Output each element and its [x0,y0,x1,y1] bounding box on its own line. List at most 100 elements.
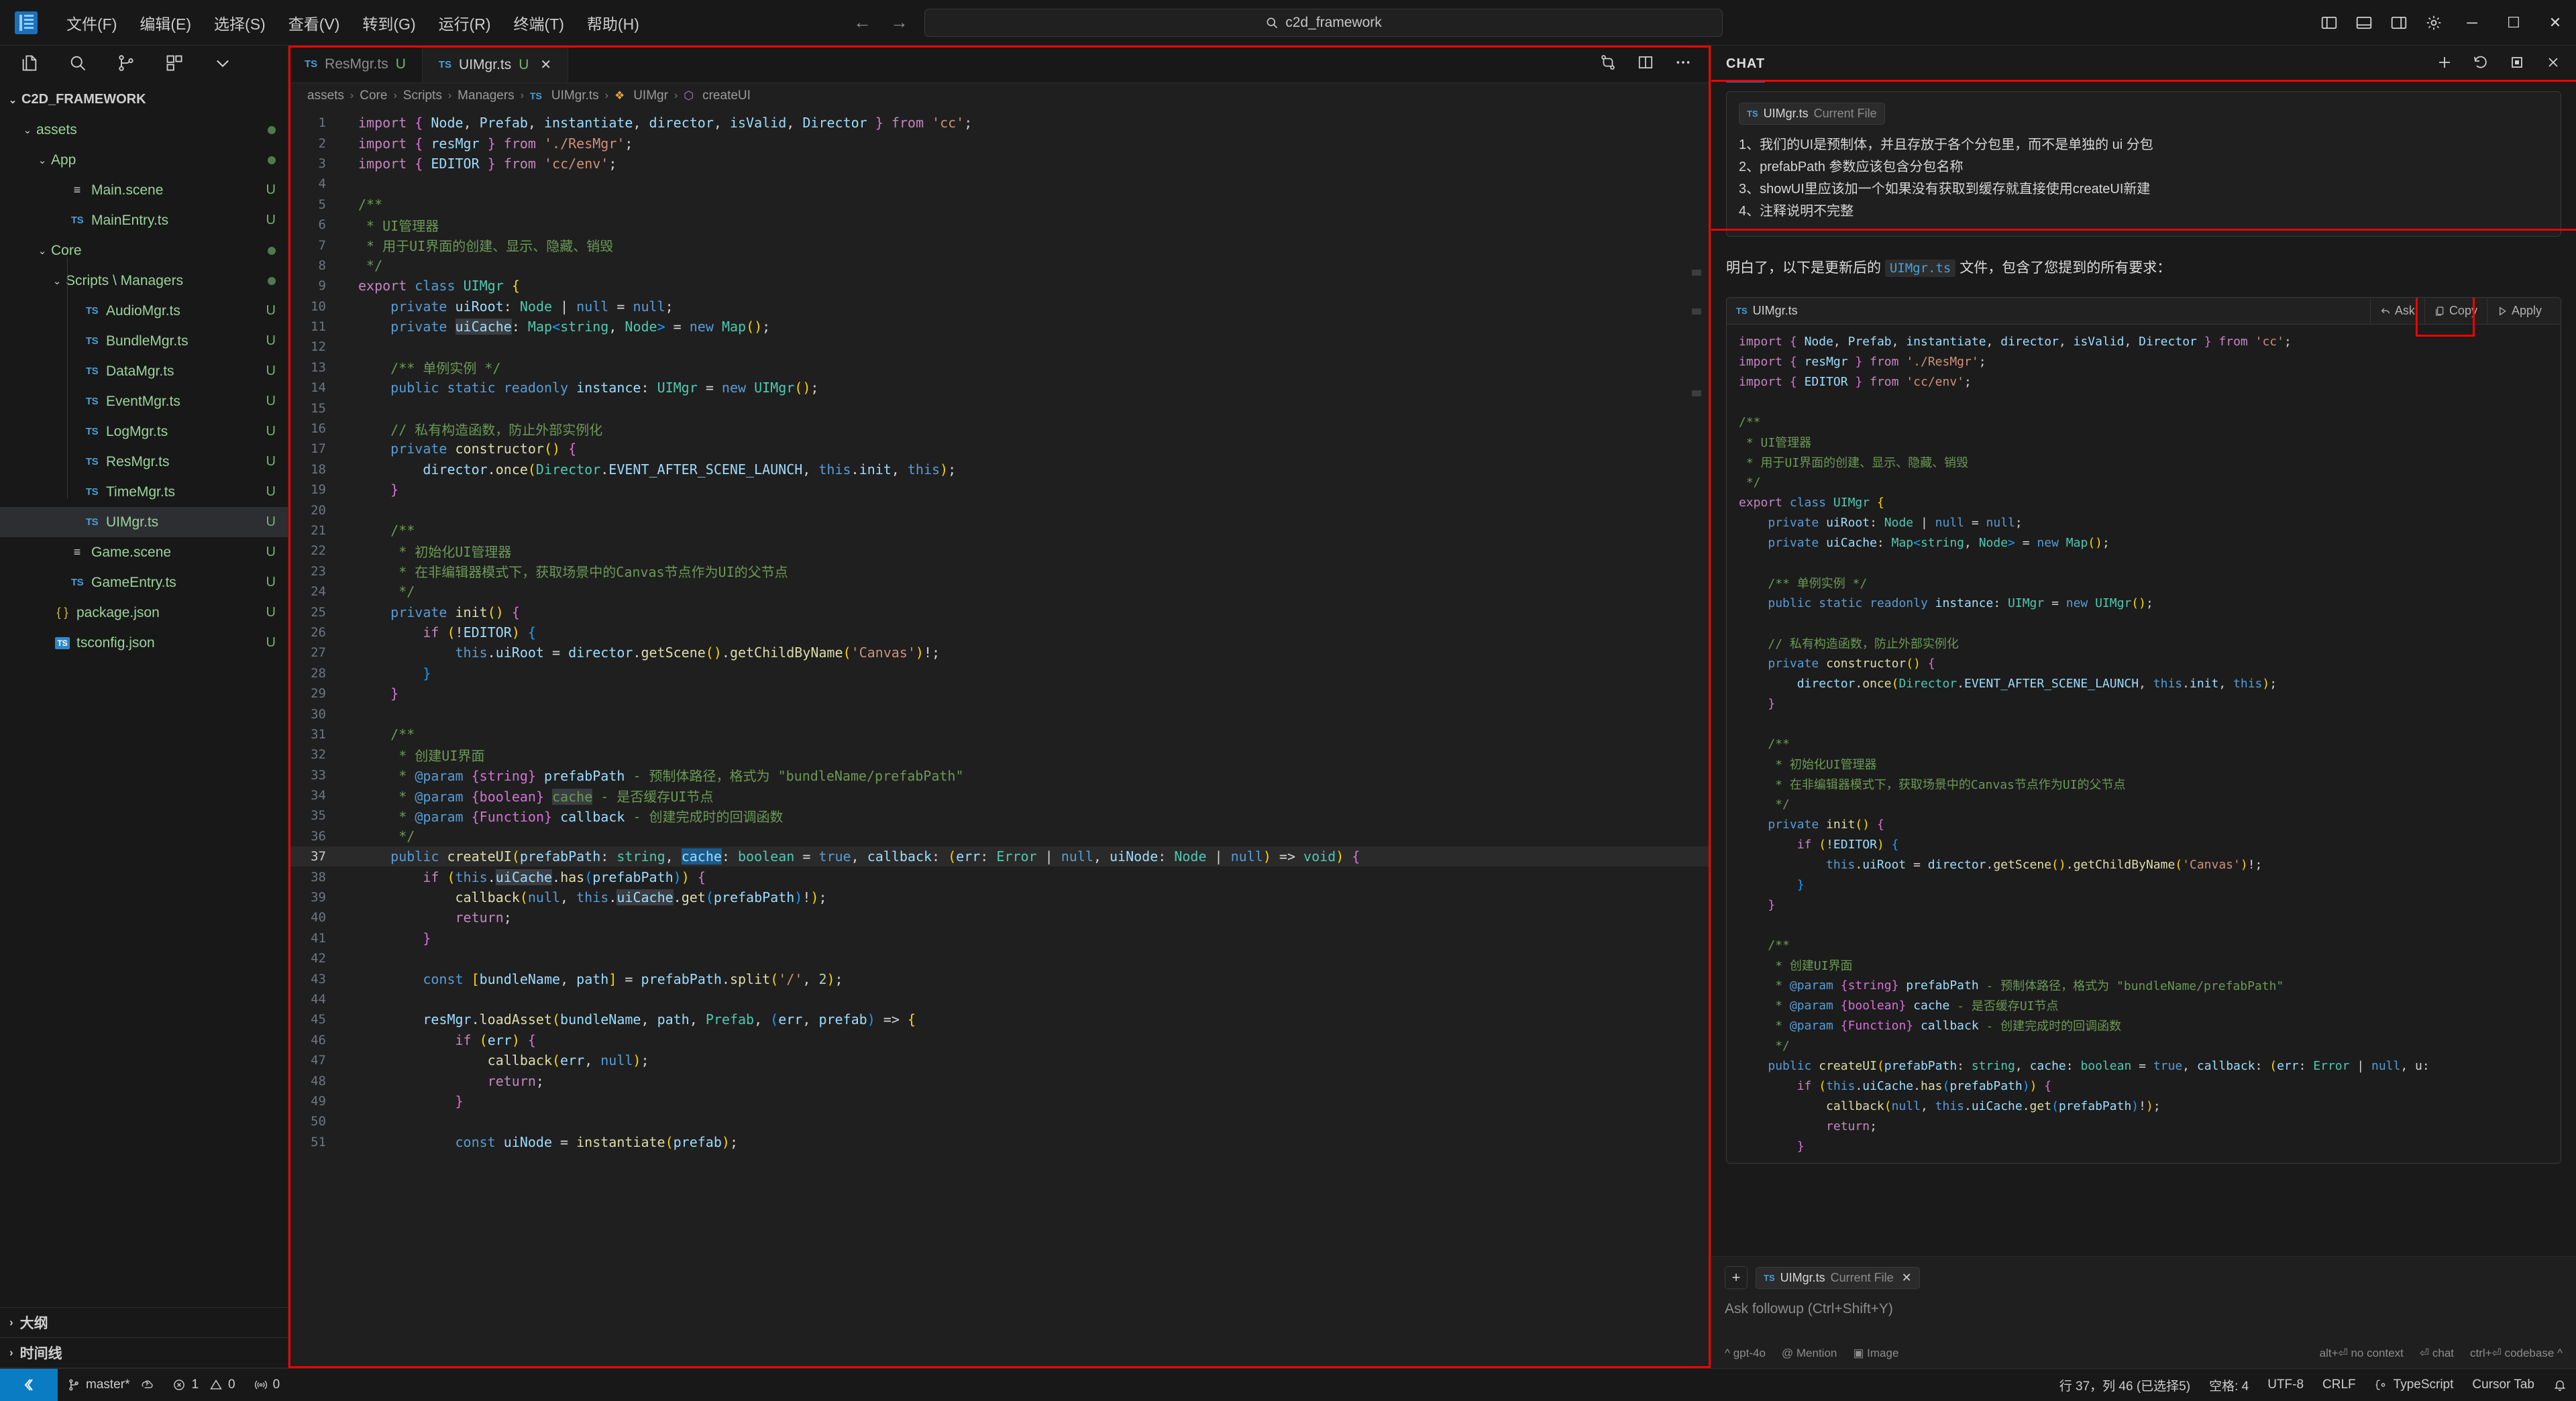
sidebar-section-0[interactable]: › 大纲 [0,1308,288,1338]
split-editor-icon[interactable] [1599,54,1617,74]
split-layout-icon[interactable] [1637,54,1654,74]
menu-item-5[interactable]: 运行(R) [427,7,502,38]
explorer-root-header[interactable]: ⌄ C2D_FRAMEWORK [0,85,288,115]
tree-item[interactable]: TS AudioMgr.ts U [0,296,288,326]
extensions-icon[interactable] [165,54,184,76]
image-button[interactable]: ▣ Image [1853,1347,1898,1360]
breadcrumb-item[interactable]: Scripts [403,89,442,103]
menu-item-4[interactable]: 转到(G) [351,7,427,38]
chevron-down-icon[interactable]: ⌄ [34,245,51,257]
menu-item-0[interactable]: 文件(F) [55,7,128,38]
toggle-panel-icon[interactable] [2347,0,2381,46]
arrow-right-icon[interactable]: → [890,12,908,33]
tree-item[interactable]: TS BundleMgr.ts U [0,326,288,356]
mention-button[interactable]: @ Mention [1782,1347,1837,1360]
status-branch[interactable]: master* [58,1369,163,1401]
tree-item[interactable]: TS GameEntry.ts U [0,567,288,598]
status-ports[interactable]: 0 [245,1369,290,1401]
chevron-down-icon[interactable] [213,54,232,76]
more-actions-icon[interactable] [1674,54,1692,74]
chevron-down-icon[interactable]: ⌄ [48,275,66,287]
source-control-icon[interactable] [117,54,136,76]
add-context-icon[interactable]: + [1725,1266,1748,1289]
tree-item[interactable]: TS UIMgr.ts U [0,507,288,537]
status-cursor-position[interactable]: 行 37，列 46 (已选择5) [2050,1369,2200,1401]
tree-item[interactable]: TS LogMgr.ts U [0,416,288,447]
tree-item[interactable]: TS EventMgr.ts U [0,386,288,416]
quick-input-search[interactable]: c2d_framework [924,8,1723,37]
status-indentation[interactable]: 空格: 4 [2200,1369,2258,1401]
chevron-down-icon[interactable]: ⌄ [34,154,51,166]
editor-tab-ResMgr-ts[interactable]: TS ResMgr.ts U [288,46,423,82]
menu-item-3[interactable]: 查看(V) [277,7,352,38]
chat-context-close-icon[interactable]: ✕ [1902,1271,1912,1285]
context-chip[interactable]: TS UIMgr.ts Current File [1739,103,1885,125]
new-file-icon[interactable] [20,54,39,76]
tree-item[interactable]: TS DataMgr.ts U [0,356,288,386]
status-language-mode[interactable]: TypeScript [2365,1369,2463,1401]
chevron-down-icon[interactable]: ⌄ [4,94,21,106]
breadcrumb-item[interactable]: Managers [458,89,515,103]
code-token: : [503,298,520,315]
tree-item[interactable]: ≡ Game.scene U [0,537,288,567]
model-selector[interactable]: ^ gpt-4o [1725,1347,1766,1360]
line-number: 15 [311,400,326,416]
breadcrumb-item[interactable]: createUI [702,89,751,103]
remote-window-icon[interactable] [0,1368,58,1401]
tree-item[interactable]: ⌄ App [0,145,288,175]
tree-item[interactable]: ⌄ Core [0,235,288,266]
code-token: , [851,848,867,865]
tree-item[interactable]: ⌄ assets [0,115,288,145]
minimap[interactable] [1692,109,1701,1368]
editor-tab-close-icon[interactable]: ✕ [540,56,551,73]
history-icon[interactable] [2473,54,2489,74]
status-cursor-tab[interactable]: Cursor Tab [2463,1369,2544,1401]
menu-item-7[interactable]: 帮助(H) [576,7,651,38]
settings-gear-icon[interactable] [2416,0,2451,46]
breadcrumb[interactable]: assets › Core › Scripts › Managers › TS UIMgr.ts ›… [288,83,1711,109]
menu-item-2[interactable]: 选择(S) [203,7,277,38]
menu-item-6[interactable]: 终端(T) [502,7,576,38]
toggle-primary-sidebar-icon[interactable] [2312,0,2347,46]
status-eol[interactable]: CRLF [2313,1369,2365,1401]
expand-icon[interactable] [2509,54,2525,74]
chat-context-chip[interactable]: TS UIMgr.ts Current File ✕ [1756,1266,1920,1289]
tree-item[interactable]: ≡ Main.scene U [0,175,288,205]
sidebar-section-1[interactable]: › 时间线 [0,1338,288,1368]
toggle-secondary-sidebar-icon[interactable] [2381,0,2416,46]
file-tree[interactable]: ⌄ C2D_FRAMEWORK ⌄ assets ⌄ App ≡ Main.scene U TS M… [0,83,288,1307]
tree-item[interactable]: TS tsconfig.json U [0,628,288,658]
code-token: ; [503,909,512,926]
minimize-button[interactable]: ─ [2451,0,2493,46]
status-encoding[interactable]: UTF-8 [2258,1369,2313,1401]
breadcrumb-item[interactable]: assets [307,89,344,103]
tree-item[interactable]: TS MainEntry.ts U [0,205,288,235]
tree-item[interactable]: TS TimeMgr.ts U [0,477,288,507]
status-bar: master* 1 0 0 行 37，列 46 (已选择5) 空格: 4 UTF… [0,1368,2576,1401]
search-icon[interactable] [68,54,87,76]
new-chat-icon[interactable] [2436,54,2453,74]
apply-button[interactable]: Apply [2486,298,2551,325]
arrow-left-icon[interactable]: ← [853,12,871,33]
copy-button[interactable]: Copy [2415,298,2487,337]
tree-item[interactable]: ⌄ Scripts \ Managers [0,266,288,296]
breadcrumb-item[interactable]: UIMgr [633,89,668,103]
code-editor[interactable]: 1 import { Node, Prefab, instantiate, dir… [288,109,1711,1368]
close-icon[interactable] [2545,54,2561,74]
ask-button[interactable]: Ask [2369,298,2424,325]
chevron-down-icon[interactable]: ⌄ [19,124,36,136]
breadcrumb-item[interactable]: UIMgr.ts [551,89,599,103]
status-problems[interactable]: 1 0 [163,1369,244,1401]
tree-item[interactable]: { } package.json U [0,598,288,628]
editor-tab-UIMgr-ts[interactable]: TS UIMgr.ts U ✕ [422,46,569,82]
navigation-arrows[interactable]: ← → [853,12,908,33]
chat-followup-input[interactable]: Ask followup (Ctrl+Shift+Y) [1725,1301,2563,1317]
menu-item-1[interactable]: 编辑(E) [128,7,203,38]
breadcrumb-item[interactable]: Core [360,89,387,103]
tree-item[interactable]: TS ResMgr.ts U [0,447,288,477]
status-notifications[interactable] [2544,1369,2576,1401]
close-button[interactable]: ✕ [2534,0,2576,46]
maximize-button[interactable]: ☐ [2493,0,2534,46]
